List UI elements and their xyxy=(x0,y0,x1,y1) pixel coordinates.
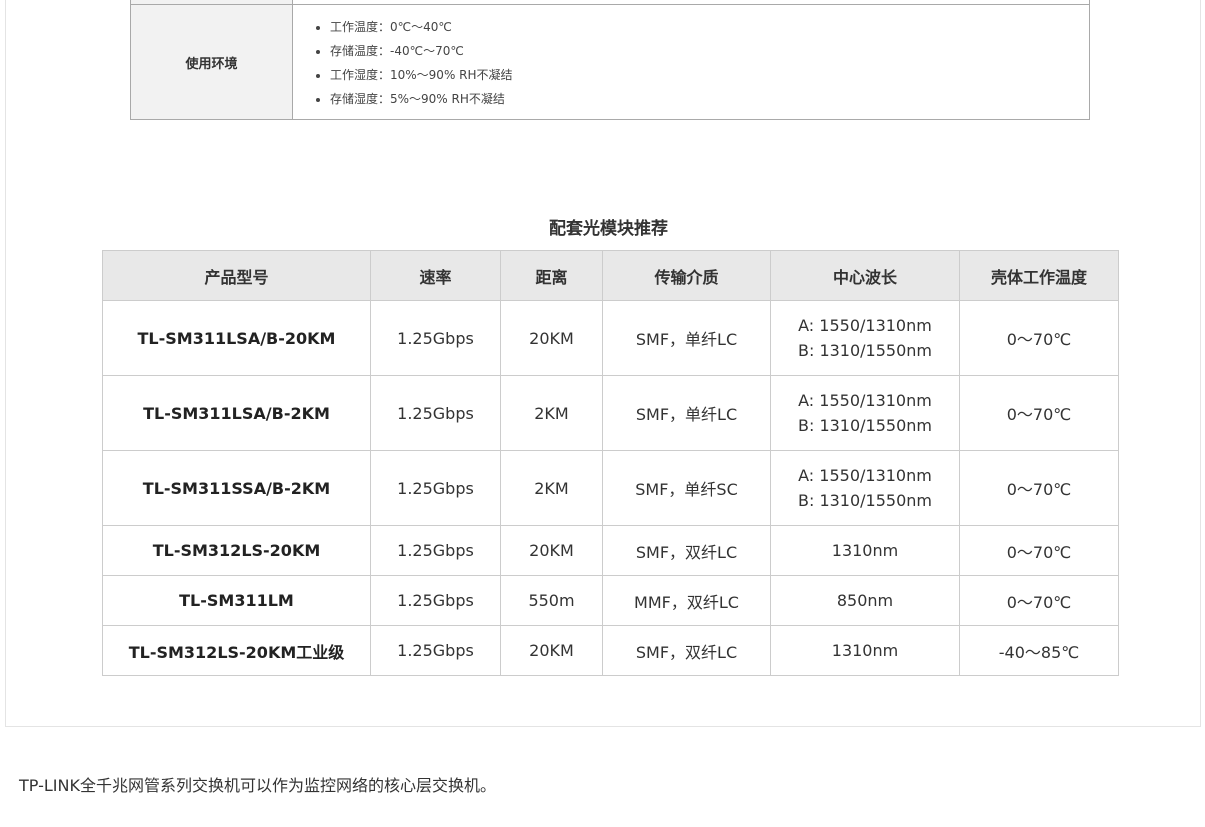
cell-model: TL-SM312LS-20KM工业级 xyxy=(102,625,371,676)
cell-temperature: -40～85℃ xyxy=(959,625,1119,676)
table-header-row: 产品型号 速率 距离 传输介质 中心波长 壳体工作温度 xyxy=(102,250,1119,301)
cell-distance: 20KM xyxy=(500,625,603,676)
cell-medium: SMF，双纤LC xyxy=(602,625,771,676)
wavelength-a: A: 1550/1310nm xyxy=(798,466,932,485)
section-title: 配套光模块推荐 xyxy=(549,219,668,239)
cell-distance: 20KM xyxy=(500,525,603,576)
cell-wavelength: A: 1550/1310nm B: 1310/1550nm xyxy=(770,300,960,376)
wavelength-b: B: 1310/1550nm xyxy=(797,491,932,510)
cell-medium: SMF，单纤LC xyxy=(602,300,771,376)
cell-model: TL-SM311LSA/B-2KM xyxy=(102,375,371,451)
cell-wavelength: A: 1550/1310nm B: 1310/1550nm xyxy=(770,375,960,451)
spec-table: 使用环境 工作温度：0℃～40℃ 存储温度：-40℃～70℃ 工作湿度：10%～… xyxy=(130,0,1090,120)
cell-medium: SMF，单纤LC xyxy=(602,375,771,451)
cell-temperature: 0～70℃ xyxy=(959,375,1119,451)
module-table: 产品型号 速率 距离 传输介质 中心波长 壳体工作温度 TL-SM311LSA/… xyxy=(102,250,1119,676)
header-temperature: 壳体工作温度 xyxy=(959,250,1119,301)
cell-temperature: 0～70℃ xyxy=(959,575,1119,626)
spec-list: 工作温度：0℃～40℃ 存储温度：-40℃～70℃ 工作湿度：10%～90% R… xyxy=(293,6,1089,119)
cell-rate: 1.25Gbps xyxy=(370,575,501,626)
header-wavelength: 中心波长 xyxy=(770,250,960,301)
wavelength-a: A: 1550/1310nm xyxy=(798,316,932,335)
spec-item: 存储温度：-40℃～70℃ xyxy=(330,39,1089,63)
cell-distance: 2KM xyxy=(500,375,603,451)
cell-wavelength: 1310nm xyxy=(770,625,960,676)
cell-wavelength: 850nm xyxy=(770,575,960,626)
table-row: TL-SM311LSA/B-20KM 1.25Gbps 20KM SMF，单纤L… xyxy=(102,300,1119,376)
wavelength-b: B: 1310/1550nm xyxy=(797,416,932,435)
cell-model: TL-SM311SSA/B-2KM xyxy=(102,450,371,526)
cell-wavelength: A: 1550/1310nm B: 1310/1550nm xyxy=(770,450,960,526)
table-row: TL-SM311LM 1.25Gbps 550m MMF，双纤LC 850nm … xyxy=(102,575,1119,626)
cell-rate: 1.25Gbps xyxy=(370,625,501,676)
cell-distance: 2KM xyxy=(500,450,603,526)
cell-rate: 1.25Gbps xyxy=(370,525,501,576)
cell-rate: 1.25Gbps xyxy=(370,450,501,526)
wavelength-b: B: 1310/1550nm xyxy=(797,341,932,360)
cell-medium: SMF，单纤SC xyxy=(602,450,771,526)
spec-row-environment: 使用环境 工作温度：0℃～40℃ 存储温度：-40℃～70℃ 工作湿度：10%～… xyxy=(130,4,1090,120)
content-card: 使用环境 工作温度：0℃～40℃ 存储温度：-40℃～70℃ 工作湿度：10%～… xyxy=(5,0,1201,727)
cell-medium: MMF，双纤LC xyxy=(602,575,771,626)
spec-item: 工作温度：0℃～40℃ xyxy=(330,15,1089,39)
table-row: TL-SM311SSA/B-2KM 1.25Gbps 2KM SMF，单纤SC … xyxy=(102,450,1119,526)
cell-distance: 20KM xyxy=(500,300,603,376)
cell-wavelength: 1310nm xyxy=(770,525,960,576)
cell-temperature: 0～70℃ xyxy=(959,300,1119,376)
table-row: TL-SM312LS-20KM工业级 1.25Gbps 20KM SMF，双纤L… xyxy=(102,625,1119,676)
cell-rate: 1.25Gbps xyxy=(370,375,501,451)
spec-value: 工作温度：0℃～40℃ 存储温度：-40℃～70℃ 工作湿度：10%～90% R… xyxy=(292,4,1090,120)
header-medium: 传输介质 xyxy=(602,250,771,301)
cell-model: TL-SM312LS-20KM xyxy=(102,525,371,576)
cell-distance: 550m xyxy=(500,575,603,626)
page: 使用环境 工作温度：0℃～40℃ 存储温度：-40℃～70℃ 工作湿度：10%～… xyxy=(0,0,1205,827)
wavelength-a: A: 1550/1310nm xyxy=(798,391,932,410)
header-rate: 速率 xyxy=(370,250,501,301)
table-row: TL-SM311LSA/B-2KM 1.25Gbps 2KM SMF，单纤LC … xyxy=(102,375,1119,451)
footer-text: TP-LINK全千兆网管系列交换机可以作为监控网络的核心层交换机。 xyxy=(19,776,496,795)
cell-temperature: 0～70℃ xyxy=(959,450,1119,526)
cell-model: TL-SM311LM xyxy=(102,575,371,626)
spec-item: 存储湿度：5%～90% RH不凝结 xyxy=(330,87,1089,111)
header-distance: 距离 xyxy=(500,250,603,301)
cell-temperature: 0～70℃ xyxy=(959,525,1119,576)
cell-model: TL-SM311LSA/B-20KM xyxy=(102,300,371,376)
cell-medium: SMF，双纤LC xyxy=(602,525,771,576)
spec-label: 使用环境 xyxy=(130,4,293,120)
spec-item: 工作湿度：10%～90% RH不凝结 xyxy=(330,63,1089,87)
header-model: 产品型号 xyxy=(102,250,371,301)
cell-rate: 1.25Gbps xyxy=(370,300,501,376)
table-row: TL-SM312LS-20KM 1.25Gbps 20KM SMF，双纤LC 1… xyxy=(102,525,1119,576)
